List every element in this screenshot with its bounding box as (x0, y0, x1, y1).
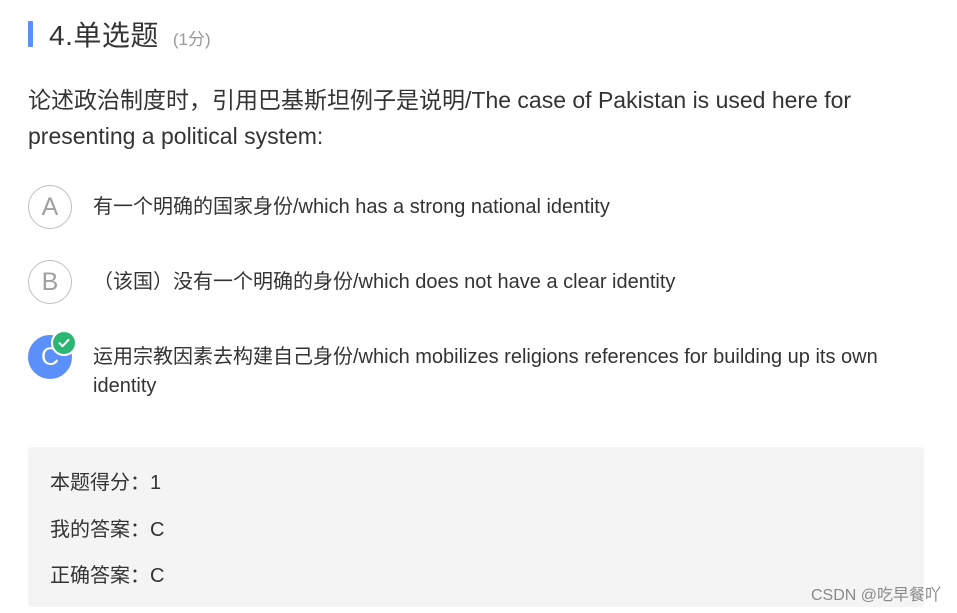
score-result: 本题得分：1 (50, 472, 162, 494)
question-title: 4.单选题 (49, 20, 159, 51)
question-stem: 论述政治制度时，引用巴基斯坦例子是说明/The case of Pakistan… (28, 87, 852, 149)
option-a[interactable]: A 有一个明确的国家身份/which has a strong national… (28, 185, 928, 229)
my-answer: 我的答案：C (50, 519, 165, 541)
watermark: CSDN @吃早餐吖 (810, 587, 941, 604)
option-b-letter: B (41, 267, 59, 296)
quiz-page: 4.单选题 (1分) 论述政治制度时，引用巴基斯坦例子是说明/The case … (0, 0, 957, 613)
option-c-text[interactable]: 运用宗教因素去构建自己身份/which mobilizes religions … (93, 335, 919, 401)
option-b-text[interactable]: （该国）没有一个明确的身份/which does not have a clea… (93, 260, 919, 297)
option-c[interactable]: C 运用宗教因素去构建自己身份/which mobilizes religion… (28, 330, 928, 401)
option-c-circle[interactable]: C (28, 330, 77, 379)
option-a-letter: A (41, 192, 59, 221)
option-a-text[interactable]: 有一个明确的国家身份/which has a strong national i… (93, 185, 919, 222)
option-b-circle[interactable]: B (28, 260, 72, 304)
option-a-circle[interactable]: A (28, 185, 72, 229)
question-header: 4.单选题 (1分) (28, 16, 211, 52)
answer-result-panel: 本题得分：1 我的答案：C 正确答案：C (28, 447, 924, 607)
correct-answer: 正确答案：C (50, 565, 165, 587)
correct-check-icon (51, 330, 77, 356)
option-b[interactable]: B （该国）没有一个明确的身份/which does not have a cl… (28, 260, 928, 304)
title-accent-bar (28, 21, 33, 47)
question-score: (1分) (172, 29, 211, 49)
